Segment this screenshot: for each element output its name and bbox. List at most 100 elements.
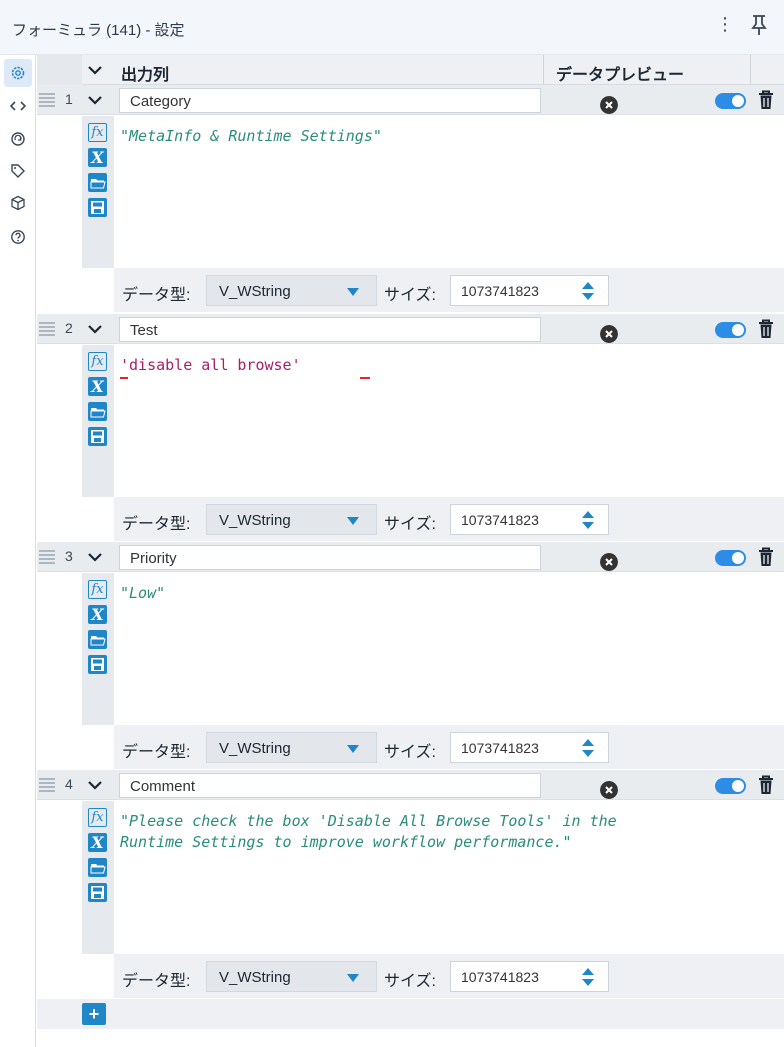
save-icon[interactable] xyxy=(88,427,107,446)
expression-editor[interactable]: "Please check the box 'Disable All Brows… xyxy=(120,811,760,853)
pin-icon[interactable] xyxy=(748,13,770,37)
function-icon[interactable]: fx xyxy=(88,123,107,142)
more-options-icon[interactable]: ⋮ xyxy=(716,14,735,35)
refresh-icon[interactable] xyxy=(8,129,28,149)
header-lead-cell xyxy=(37,55,82,85)
output-field-name-input[interactable]: Comment xyxy=(119,773,618,799)
trash-icon[interactable] xyxy=(756,546,776,568)
data-type-select[interactable]: V_WString xyxy=(206,961,377,992)
tag-icon[interactable] xyxy=(8,161,28,181)
size-value: 1073741823 xyxy=(461,740,539,756)
size-label: サイズ: xyxy=(384,516,436,533)
spinner-icon[interactable] xyxy=(581,966,595,988)
expression-block: fx X "MetaInfo & Runtime Settings" xyxy=(37,116,784,268)
trash-icon[interactable] xyxy=(756,318,776,340)
function-icon[interactable]: fx xyxy=(88,352,107,371)
add-field-button[interactable]: + xyxy=(82,1003,106,1025)
size-input[interactable]: 1073741823 xyxy=(450,504,609,535)
row-number: 1 xyxy=(65,91,73,107)
grid-header: 出力列 データプレビュー xyxy=(37,55,784,85)
spinner-icon[interactable] xyxy=(581,509,595,531)
enable-toggle[interactable] xyxy=(715,778,746,794)
drag-handle-icon[interactable] xyxy=(38,777,56,793)
row-number: 2 xyxy=(65,320,73,336)
field-row: 4 Comment xyxy=(37,770,784,800)
row-collapse-chevron-icon[interactable] xyxy=(87,549,103,565)
variable-icon[interactable]: X xyxy=(88,833,107,852)
field-row: 3 Priority xyxy=(37,542,784,572)
row-number: 4 xyxy=(65,776,73,792)
open-folder-icon[interactable] xyxy=(88,858,107,877)
trash-icon[interactable] xyxy=(756,774,776,796)
open-folder-icon[interactable] xyxy=(88,173,107,192)
data-type-select[interactable]: V_WString xyxy=(206,732,377,763)
data-type-value: V_WString xyxy=(219,512,291,529)
row-collapse-chevron-icon[interactable] xyxy=(87,777,103,793)
expression-editor[interactable]: "MetaInfo & Runtime Settings" xyxy=(120,126,760,147)
function-icon[interactable]: fx xyxy=(88,808,107,827)
cube-icon[interactable] xyxy=(8,193,28,213)
collapse-all-chevron-icon[interactable] xyxy=(87,62,103,78)
open-folder-icon[interactable] xyxy=(88,630,107,649)
size-label: サイズ: xyxy=(384,744,436,761)
size-value: 1073741823 xyxy=(461,283,539,299)
header-output-column: 出力列 xyxy=(121,67,170,84)
size-input[interactable]: 1073741823 xyxy=(450,275,609,306)
size-input[interactable]: 1073741823 xyxy=(450,732,609,763)
output-field-name-input[interactable]: Priority xyxy=(119,545,618,571)
expression-editor[interactable]: "Low" xyxy=(120,583,760,604)
expression-editor[interactable]: 'disable all browse' xyxy=(120,355,760,376)
drag-handle-icon[interactable] xyxy=(38,549,56,565)
function-icon[interactable]: fx xyxy=(88,580,107,599)
data-type-label: データ型: xyxy=(122,973,191,990)
clear-field-icon[interactable] xyxy=(600,96,618,114)
trash-icon[interactable] xyxy=(756,89,776,111)
data-type-select[interactable]: V_WString xyxy=(206,504,377,535)
data-type-label: データ型: xyxy=(122,287,191,304)
panel-title: フォーミュラ (141) - 設定 xyxy=(12,22,185,39)
variable-icon[interactable]: X xyxy=(88,605,107,624)
expression-block: fx X 'disable all browse' xyxy=(37,345,784,497)
data-type-row: データ型: V_WString サイズ: 1073741823 xyxy=(114,497,784,541)
save-icon[interactable] xyxy=(88,198,107,217)
row-collapse-chevron-icon[interactable] xyxy=(87,92,103,108)
clear-field-icon[interactable] xyxy=(600,325,618,343)
row-collapse-chevron-icon[interactable] xyxy=(87,321,103,337)
enable-toggle[interactable] xyxy=(715,322,746,338)
size-value: 1073741823 xyxy=(461,969,539,985)
data-type-select[interactable]: V_WString xyxy=(206,275,377,306)
enable-toggle[interactable] xyxy=(715,550,746,566)
open-folder-icon[interactable] xyxy=(88,402,107,421)
add-row-bar: + xyxy=(37,999,784,1029)
gear-icon[interactable] xyxy=(4,59,32,87)
spinner-icon[interactable] xyxy=(581,737,595,759)
save-icon[interactable] xyxy=(88,655,107,674)
output-field-name-input[interactable]: Category xyxy=(119,88,618,114)
enable-toggle[interactable] xyxy=(715,93,746,109)
save-icon[interactable] xyxy=(88,883,107,902)
drag-handle-icon[interactable] xyxy=(38,92,56,108)
output-field-name-value: Priority xyxy=(130,550,177,567)
spinner-icon[interactable] xyxy=(581,280,595,302)
size-value: 1073741823 xyxy=(461,512,539,528)
dropdown-caret-icon xyxy=(347,288,359,296)
expression-block: fx X "Low" xyxy=(37,573,784,725)
drag-handle-icon[interactable] xyxy=(38,321,56,337)
variable-icon[interactable]: X xyxy=(88,148,107,167)
help-icon[interactable] xyxy=(8,227,28,247)
syntax-error-underline xyxy=(120,377,128,379)
size-label: サイズ: xyxy=(384,973,436,990)
size-label: サイズ: xyxy=(384,287,436,304)
data-type-row: データ型: V_WString サイズ: 1073741823 xyxy=(114,725,784,769)
clear-field-icon[interactable] xyxy=(600,553,618,571)
clear-field-icon[interactable] xyxy=(600,781,618,799)
data-type-row: データ型: V_WString サイズ: 1073741823 xyxy=(114,954,784,998)
output-field-name-value: Comment xyxy=(130,778,196,795)
variable-icon[interactable]: X xyxy=(88,377,107,396)
expression-block: fx X "Please check the box 'Disable All … xyxy=(37,801,784,954)
code-icon[interactable] xyxy=(8,96,28,116)
field-row: 1 Category xyxy=(37,85,784,115)
data-type-label: データ型: xyxy=(122,516,191,533)
size-input[interactable]: 1073741823 xyxy=(450,961,609,992)
output-field-name-input[interactable]: Test xyxy=(119,317,618,343)
